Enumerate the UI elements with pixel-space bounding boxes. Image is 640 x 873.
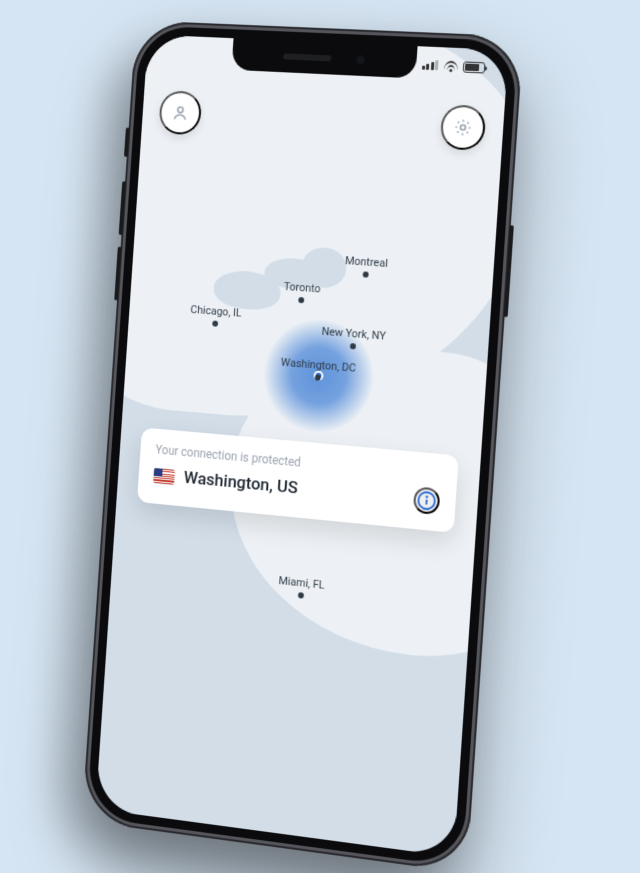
city-dot-icon [350,343,356,349]
connection-info-button[interactable] [413,486,441,515]
city-dot-icon [212,320,218,326]
cellular-icon [421,60,438,71]
wifi-icon [443,60,459,72]
device-frame: Chicago, ILTorontoMontrealNew York, NYWa… [82,20,524,873]
city-dot-icon [298,592,304,599]
city-dot-icon [314,374,320,380]
power-button [504,225,514,317]
city-label: Toronto [283,280,321,296]
city-marker-montreal[interactable]: Montreal [344,254,388,279]
city-marker-chicago[interactable]: Chicago, IL [189,303,242,329]
screen: Chicago, ILTorontoMontrealNew York, NYWa… [96,35,509,857]
profile-icon [170,102,190,123]
info-icon [415,488,438,512]
city-label: Chicago, IL [190,303,242,320]
city-label: Montreal [345,254,389,270]
city-dot-icon [362,271,368,277]
mute-switch [124,128,130,157]
volume-down-button [114,247,121,301]
city-marker-toronto[interactable]: Toronto [283,280,321,305]
volume-up-button [119,181,126,235]
gear-icon [452,117,473,138]
battery-icon [463,61,486,73]
city-dot-icon [298,297,304,303]
flag-us-icon [153,468,175,485]
